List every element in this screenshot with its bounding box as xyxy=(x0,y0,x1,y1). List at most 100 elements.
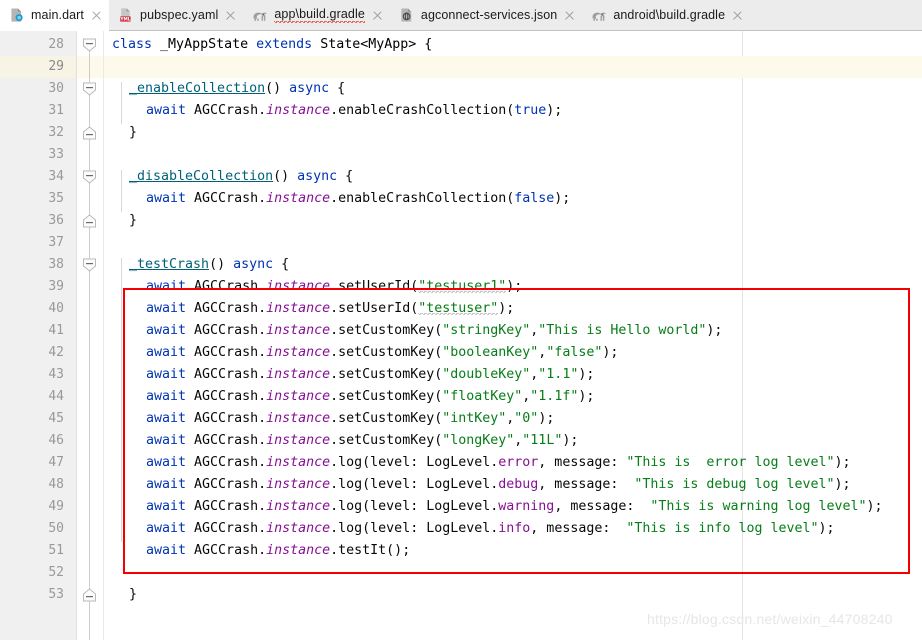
code-line[interactable]: await AGCCrash.instance.setCustomKey("st… xyxy=(146,320,722,342)
fold-end-icon[interactable] xyxy=(82,214,97,228)
code-token: instance xyxy=(266,323,331,338)
code-line[interactable]: _enableCollection() async { xyxy=(129,78,345,100)
line-number: 29 xyxy=(48,59,64,74)
code-token: await xyxy=(146,543,187,558)
code-token: .setCustomKey( xyxy=(330,411,443,426)
editor-tab-bar: main.dart YML pubspec.yaml app\build.gradle… xyxy=(0,0,922,31)
code-line[interactable]: await AGCCrash.instance.enableCrashColle… xyxy=(146,100,562,122)
code-token: await xyxy=(146,345,187,360)
code-token: .enableCrashCollection( xyxy=(330,103,515,118)
fold-collapse-icon[interactable] xyxy=(82,82,97,96)
line-number-gutter[interactable]: 28 29 30 31 32 33 34 35 36 37 38 39 40 41 42 43 44 45 46 47… xyxy=(0,31,77,640)
fold-collapse-icon[interactable] xyxy=(82,258,97,272)
line-number: 35 xyxy=(48,191,64,206)
line-number: 45 xyxy=(48,411,64,426)
fold-end-icon[interactable] xyxy=(82,126,97,140)
code-token: ); xyxy=(818,521,835,536)
code-line[interactable]: await AGCCrash.instance.setCustomKey("fl… xyxy=(146,386,594,408)
code-token: AGCCrash. xyxy=(186,389,267,404)
tab-label: pubspec.yaml xyxy=(140,8,219,22)
fold-end-icon[interactable] xyxy=(82,588,97,602)
code-line[interactable]: await AGCCrash.instance.setUserId("testu… xyxy=(146,276,522,298)
code-token: .setCustomKey( xyxy=(330,323,443,338)
code-token: { xyxy=(273,257,290,272)
indent-guide xyxy=(121,170,122,212)
code-token: instance xyxy=(266,389,331,404)
editor-tab-android-build-gradle[interactable]: android\build.gradle xyxy=(582,0,750,30)
line-number: 46 xyxy=(48,433,64,448)
code-line[interactable]: } xyxy=(129,584,137,606)
yaml-file-icon: YML xyxy=(118,7,134,23)
code-token: AGCCrash. xyxy=(186,455,267,470)
close-icon[interactable] xyxy=(372,10,383,21)
line-number: 48 xyxy=(48,477,64,492)
line-number: 32 xyxy=(48,125,64,140)
editor-tab-app-build-gradle[interactable]: app\build.gradle xyxy=(243,0,390,30)
code-line[interactable]: await AGCCrash.instance.setCustomKey("do… xyxy=(146,364,594,386)
editor-tab-main-dart[interactable]: main.dart xyxy=(0,0,110,31)
close-icon[interactable] xyxy=(225,10,236,21)
code-line[interactable]: await AGCCrash.instance.setUserId("testu… xyxy=(146,298,514,320)
code-token: AGCCrash. xyxy=(186,103,267,118)
code-token: await xyxy=(146,103,187,118)
code-line[interactable]: await AGCCrash.instance.setCustomKey("in… xyxy=(146,408,554,430)
code-token: .setCustomKey( xyxy=(330,345,443,360)
code-line[interactable]: await AGCCrash.instance.log(level: LogLe… xyxy=(146,496,883,518)
code-line[interactable]: _disableCollection() async { xyxy=(129,166,353,188)
dart-file-icon xyxy=(9,7,25,23)
code-token: _disableCollection xyxy=(129,169,274,184)
code-line[interactable]: await AGCCrash.instance.log(level: LogLe… xyxy=(146,474,851,496)
fold-collapse-icon[interactable] xyxy=(82,170,97,184)
editor-tab-pubspec-yaml[interactable]: YML pubspec.yaml xyxy=(109,0,243,30)
code-token: _testCrash xyxy=(129,257,210,272)
code-line[interactable]: await AGCCrash.instance.log(level: LogLe… xyxy=(146,452,851,474)
code-token: await xyxy=(146,455,187,470)
code-token: } xyxy=(129,587,138,602)
code-line[interactable]: } xyxy=(129,122,137,144)
code-folding-gutter[interactable] xyxy=(77,31,104,640)
code-text-area[interactable]: class _MyAppState extends State<MyApp> {… xyxy=(104,31,922,640)
tab-label: main.dart xyxy=(31,8,85,22)
code-line[interactable]: await AGCCrash.instance.testIt(); xyxy=(146,540,410,562)
code-line[interactable]: class _MyAppState extends State<MyApp> { xyxy=(112,34,432,56)
code-line[interactable]: await AGCCrash.instance.enableCrashColle… xyxy=(146,188,570,210)
code-line[interactable]: await AGCCrash.instance.setCustomKey("lo… xyxy=(146,430,578,452)
close-icon[interactable] xyxy=(732,10,743,21)
line-number: 33 xyxy=(48,147,64,162)
tab-label: app\build.gradle xyxy=(274,7,365,23)
code-line[interactable]: await AGCCrash.instance.log(level: LogLe… xyxy=(146,518,835,540)
code-line[interactable]: } xyxy=(129,210,137,232)
code-token: instance xyxy=(266,455,331,470)
code-token: "longKey" xyxy=(442,433,515,448)
code-token: AGCCrash. xyxy=(186,367,267,382)
code-token: ); xyxy=(554,191,571,206)
fold-collapse-icon[interactable] xyxy=(82,38,97,52)
code-token: async xyxy=(233,257,274,272)
code-token: instance xyxy=(266,521,331,536)
indent-guide xyxy=(121,258,122,542)
line-number: 31 xyxy=(48,103,64,118)
code-line[interactable]: await AGCCrash.instance.setCustomKey("bo… xyxy=(146,342,618,364)
code-token: await xyxy=(146,499,187,514)
line-number: 39 xyxy=(48,279,64,294)
close-icon[interactable] xyxy=(564,10,575,21)
code-token: () xyxy=(209,257,234,272)
line-number: 47 xyxy=(48,455,64,470)
line-number: 42 xyxy=(48,345,64,360)
code-token: class xyxy=(112,37,153,52)
code-line[interactable]: _testCrash() async { xyxy=(129,254,289,276)
code-token: warning xyxy=(498,499,555,514)
close-icon[interactable] xyxy=(91,10,102,21)
line-number: 34 xyxy=(48,169,64,184)
code-token: "false" xyxy=(546,345,603,360)
code-token: instance xyxy=(266,499,331,514)
code-token: true xyxy=(514,103,547,118)
code-editor[interactable]: 28 29 30 31 32 33 34 35 36 37 38 39 40 41 42 43 44 45 46 47… xyxy=(0,31,922,640)
code-token: async xyxy=(289,81,330,96)
code-token: "1.1" xyxy=(538,367,579,382)
indent-guide xyxy=(121,82,122,124)
code-token: ); xyxy=(578,389,595,404)
line-number: 30 xyxy=(48,81,64,96)
line-number: 38 xyxy=(48,257,64,272)
editor-tab-agconnect-services-json[interactable]: agconnect-services.json xyxy=(390,0,582,30)
